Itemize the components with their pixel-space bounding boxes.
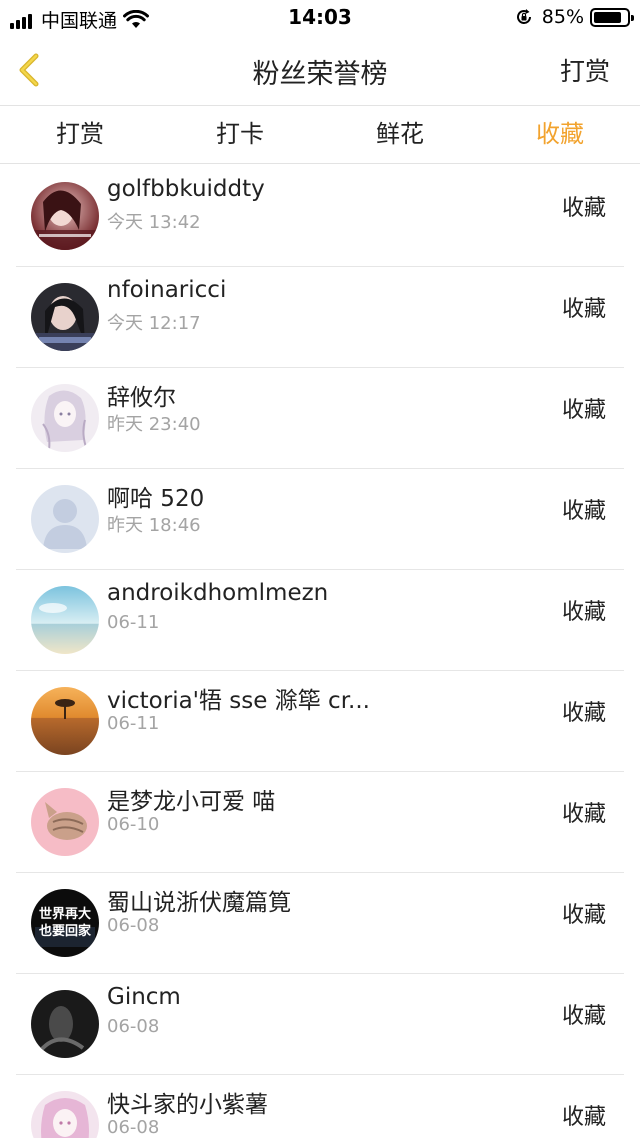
fan-name: victoria'牾 sse 滁筚 cr... (107, 688, 370, 714)
status-bar: 中国联通 14:03 85% (0, 0, 640, 34)
fan-row[interactable]: golfbbkuiddty 今天 13:42 收藏 (16, 166, 624, 267)
fan-row[interactable]: victoria'牾 sse 滁筚 cr... 06-11 收藏 (16, 671, 624, 772)
fan-time: 昨天 18:46 (107, 515, 201, 536)
avatar[interactable]: 世界再大 也要回家 (31, 889, 99, 957)
fan-time: 今天 13:42 (107, 212, 201, 233)
fan-name: 蜀山说浙伏魔篇筧 (107, 890, 291, 916)
avatar-caption: 也要回家 (38, 924, 91, 939)
fan-time: 06-10 (107, 814, 160, 835)
avatar[interactable] (31, 687, 99, 755)
avatar[interactable] (31, 586, 99, 654)
fan-action-label: 收藏 (561, 196, 606, 221)
avatar[interactable] (31, 384, 99, 452)
fan-name: 快斗家的小紫薯 (107, 1092, 268, 1118)
fan-name: 是梦龙小可爱 喵 (107, 789, 276, 815)
fan-action-label: 收藏 (561, 1105, 606, 1130)
fan-time: 06-08 (107, 1016, 160, 1037)
fan-action-label: 收藏 (561, 701, 606, 726)
fan-time: 06-11 (107, 713, 160, 734)
fan-name: Gincm (107, 984, 181, 1010)
tab-favorites[interactable]: 收藏 (480, 106, 640, 163)
avatar[interactable] (31, 788, 99, 856)
fan-row[interactable]: 世界再大 也要回家 蜀山说浙伏魔篇筧 06-08 收藏 (16, 873, 624, 974)
fan-name: 辞攸尔 (107, 385, 176, 411)
fan-action-label: 收藏 (561, 499, 606, 524)
fan-time: 今天 12:17 (107, 313, 201, 334)
tab-bar: 打赏 打卡 鲜花 收藏 (0, 106, 640, 164)
fan-name: 啊哈 520 (107, 486, 205, 512)
fan-list: golfbbkuiddty 今天 13:42 收藏 nfoinaricci 今天 12… (0, 166, 640, 1138)
fan-action-label: 收藏 (561, 1004, 606, 1029)
avatar[interactable] (31, 1091, 99, 1138)
fan-time: 06-11 (107, 612, 160, 633)
fan-time: 06-08 (107, 915, 160, 936)
rotation-lock-icon (516, 9, 531, 24)
tab-checkin[interactable]: 打卡 (160, 106, 320, 163)
nav-bar: 粉丝荣誉榜 打赏 (0, 34, 640, 106)
battery-percent: 85% (541, 6, 584, 28)
fan-name: nfoinaricci (107, 277, 227, 303)
fan-row[interactable]: nfoinaricci 今天 12:17 收藏 (16, 267, 624, 368)
fan-row[interactable]: androikdhomlmezn 06-11 收藏 (16, 570, 624, 671)
avatar[interactable] (31, 990, 99, 1058)
fan-row[interactable]: 快斗家的小紫薯 06-08 收藏 (16, 1075, 624, 1138)
fan-name: androikdhomlmezn (107, 580, 329, 606)
status-right: 85% (514, 6, 634, 28)
fan-row[interactable]: 啊哈 520 昨天 18:46 收藏 (16, 469, 624, 570)
avatar[interactable] (31, 283, 99, 351)
tab-reward[interactable]: 打赏 (0, 106, 160, 163)
fan-action-label: 收藏 (561, 600, 606, 625)
avatar[interactable] (31, 485, 99, 553)
fan-name: golfbbkuiddty (107, 176, 265, 202)
avatar[interactable] (31, 182, 99, 250)
battery-icon (590, 7, 634, 27)
fan-action-label: 收藏 (561, 903, 606, 928)
avatar-caption: 世界再大 (38, 907, 91, 922)
fan-time: 06-08 (107, 1117, 160, 1138)
fan-time: 昨天 23:40 (107, 414, 201, 435)
fan-row[interactable]: 是梦龙小可爱 喵 06-10 收藏 (16, 772, 624, 873)
fan-action-label: 收藏 (561, 398, 606, 423)
fan-action-label: 收藏 (561, 297, 606, 322)
page-title: 粉丝荣誉榜 (252, 59, 388, 90)
fan-row[interactable]: 辞攸尔昨天 23:40 收藏 (16, 368, 624, 469)
tab-flowers[interactable]: 鲜花 (320, 106, 480, 163)
reward-button[interactable]: 打赏 (560, 52, 610, 88)
fan-row[interactable]: Gincm 06-08 收藏 (16, 974, 624, 1075)
fan-action-label: 收藏 (561, 802, 606, 827)
